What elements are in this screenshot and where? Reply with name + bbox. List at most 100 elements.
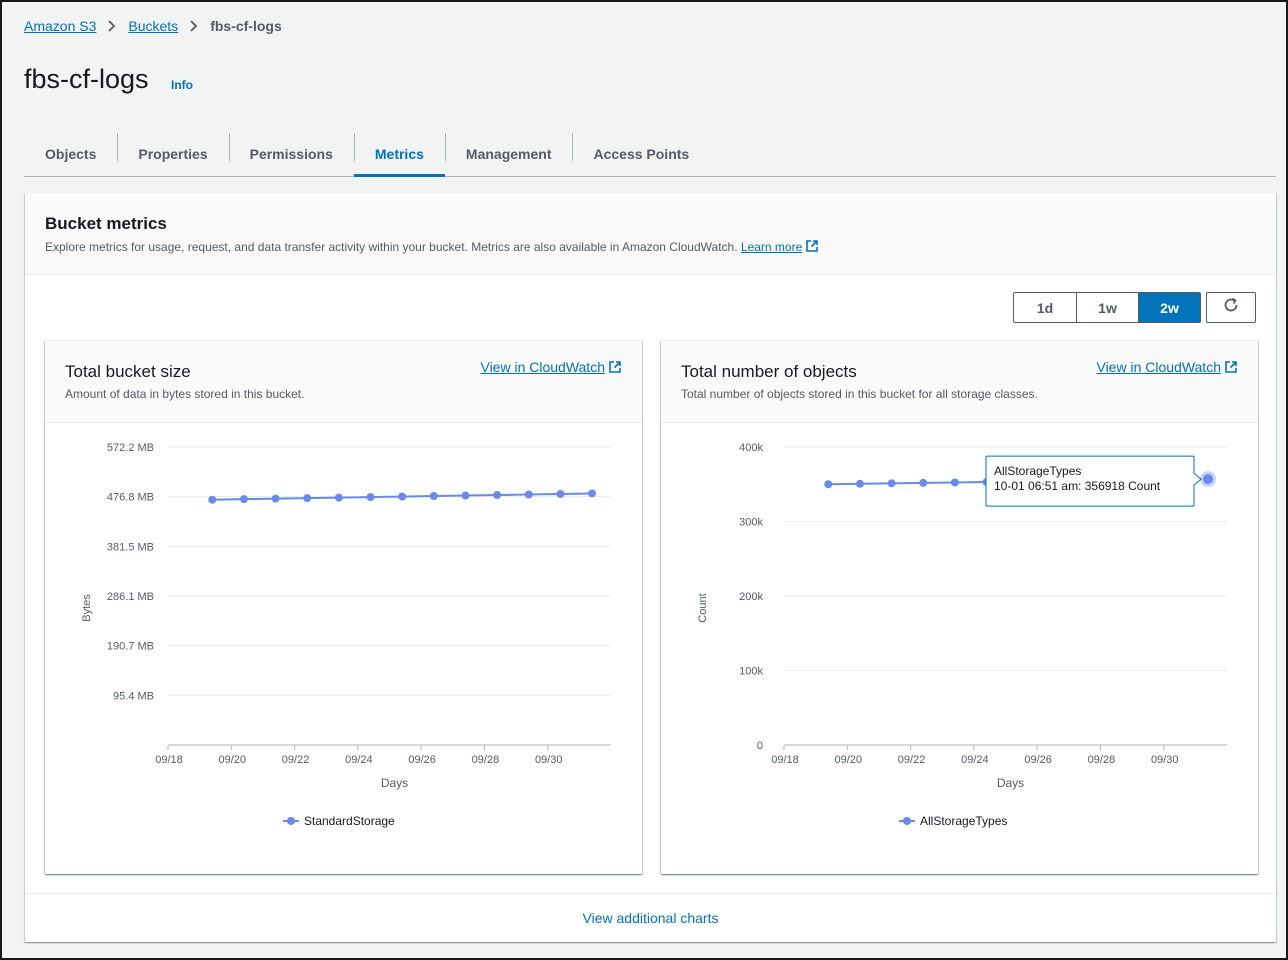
external-link-icon[interactable]: [805, 239, 819, 256]
x-tick-label: 09/20: [835, 754, 863, 766]
range-2w-button[interactable]: 2w: [1138, 293, 1200, 322]
description-text: Explore metrics for usage, request, and …: [45, 240, 738, 254]
data-point: [1200, 471, 1217, 488]
y-tick-label: 286.1 MB: [107, 591, 154, 603]
x-tick-label: 09/18: [155, 754, 183, 766]
data-point: [208, 495, 217, 504]
object-count-chart: 400k 300k 200k 100k 0 09/18 09/20 09/22 09/24 09/…: [697, 442, 1227, 828]
legend-marker: [903, 817, 911, 825]
bucket-metrics-title: Bucket metrics: [45, 214, 167, 233]
data-point: [919, 478, 928, 487]
breadcrumb-amazon-s3[interactable]: Amazon S3: [24, 18, 96, 34]
x-tick-label: 09/26: [408, 754, 436, 766]
cloudwatch-link-label: View in CloudWatch: [480, 359, 605, 375]
tooltip-value: 10-01 06:51 am: 356918 Count: [994, 479, 1161, 493]
y-tick-label: 0: [757, 740, 763, 752]
x-axis-label: Days: [381, 776, 408, 790]
tab-management[interactable]: Management: [444, 131, 573, 176]
bucket-metrics-header: Bucket metrics Explore metrics for usage…: [25, 193, 1276, 275]
x-tick-label: 09/24: [345, 754, 373, 766]
x-tick-label: 09/24: [961, 754, 989, 766]
chart-title: Total number of objects: [681, 362, 857, 381]
x-tick-label: 09/30: [535, 754, 563, 766]
y-tick-label: 400k: [739, 442, 763, 454]
data-point: [493, 491, 502, 500]
container-footer: View additional charts: [25, 893, 1276, 942]
bucket-metrics-description: Explore metrics for usage, request, and …: [45, 239, 819, 256]
y-axis-label: Bytes: [81, 594, 93, 622]
chart-subtitle: Amount of data in bytes stored in this b…: [65, 387, 305, 401]
chart-subtitle: Total number of objects stored in this b…: [681, 387, 1038, 401]
tab-objects[interactable]: Objects: [24, 131, 117, 176]
breadcrumb: Amazon S3 Buckets fbs-cf-logs: [24, 16, 282, 36]
range-1d-button[interactable]: 1d: [1014, 293, 1076, 322]
data-point: [855, 479, 864, 488]
y-tick-label: 476.8 MB: [107, 492, 154, 504]
tab-permissions[interactable]: Permissions: [228, 131, 354, 176]
breadcrumb-current: fbs-cf-logs: [210, 18, 282, 34]
x-tick-label: 09/22: [282, 754, 310, 766]
data-point: [334, 493, 343, 502]
y-tick-label: 200k: [739, 591, 763, 603]
data-point: [271, 494, 280, 503]
range-1w-button[interactable]: 1w: [1076, 293, 1138, 322]
chart-title: Total bucket size: [65, 362, 191, 381]
chevron-right-icon: [190, 20, 198, 32]
y-tick-label: 100k: [739, 666, 763, 678]
y-tick-label: 95.4 MB: [113, 690, 154, 702]
data-point: [239, 495, 248, 504]
data-point: [950, 478, 959, 487]
data-point: [588, 489, 597, 498]
breadcrumb-buckets[interactable]: Buckets: [128, 18, 178, 34]
chart-card-bucket-size: Total bucket size Amount of data in byte…: [45, 340, 642, 874]
chart-header: Total number of objects Total number of …: [661, 341, 1258, 423]
legend-label: AllStorageTypes: [920, 814, 1007, 828]
x-tick-label: 09/28: [1088, 754, 1116, 766]
y-tick-label: 572.2 MB: [107, 442, 154, 454]
page-title: fbs-cf-logs: [24, 64, 149, 94]
data-point: [366, 493, 375, 502]
info-link[interactable]: Info: [171, 78, 193, 92]
tab-bar: Objects Properties Permissions Metrics M…: [24, 131, 1276, 177]
external-link-icon: [608, 360, 622, 377]
x-tick-label: 09/18: [771, 754, 799, 766]
window-frame: Amazon S3 Buckets fbs-cf-logs fbs-cf-log…: [0, 0, 1288, 960]
external-link-icon: [1224, 360, 1238, 377]
y-axis-label: Count: [697, 593, 709, 622]
data-point: [887, 479, 896, 488]
data-point: [303, 494, 312, 503]
data-point: [524, 490, 533, 499]
x-tick-label: 09/20: [219, 754, 247, 766]
learn-more-link[interactable]: Learn more: [741, 240, 802, 254]
bucket-size-chart: 572.2 MB 476.8 MB 381.5 MB 286.1 MB 190.7 MB…: [81, 442, 611, 828]
x-tick-label: 09/30: [1151, 754, 1179, 766]
view-additional-charts-link[interactable]: View additional charts: [583, 910, 719, 926]
data-point: [556, 489, 565, 498]
x-tick-label: 09/26: [1024, 754, 1052, 766]
chart-card-object-count: Total number of objects Total number of …: [661, 340, 1258, 874]
cloudwatch-link-label: View in CloudWatch: [1096, 359, 1221, 375]
view-in-cloudwatch-link[interactable]: View in CloudWatch: [1096, 359, 1238, 377]
y-tick-label: 190.7 MB: [107, 641, 154, 653]
chart-header: Total bucket size Amount of data in byte…: [45, 341, 642, 423]
data-point: [398, 492, 407, 501]
learn-more-label: Learn more: [740, 240, 803, 254]
legend-marker: [287, 817, 295, 825]
data-point: [429, 492, 438, 501]
tooltip-series: AllStorageTypes: [994, 464, 1081, 478]
refresh-icon: [1222, 296, 1240, 319]
x-tick-label: 09/28: [472, 754, 500, 766]
tooltip-pointer: [1193, 472, 1202, 486]
x-tick-label: 09/22: [898, 754, 926, 766]
x-axis-label: Days: [997, 776, 1024, 790]
tab-metrics[interactable]: Metrics: [353, 131, 445, 177]
bucket-metrics-container: Bucket metrics Explore metrics for usage…: [25, 193, 1276, 942]
tab-properties[interactable]: Properties: [117, 131, 228, 176]
y-tick-label: 381.5 MB: [107, 541, 154, 553]
tab-access-points[interactable]: Access Points: [572, 131, 710, 176]
view-in-cloudwatch-link[interactable]: View in CloudWatch: [480, 359, 622, 377]
y-tick-label: 300k: [739, 517, 763, 529]
legend-label: StandardStorage: [304, 814, 395, 828]
chevron-right-icon: [108, 20, 116, 32]
refresh-button[interactable]: [1206, 292, 1256, 323]
